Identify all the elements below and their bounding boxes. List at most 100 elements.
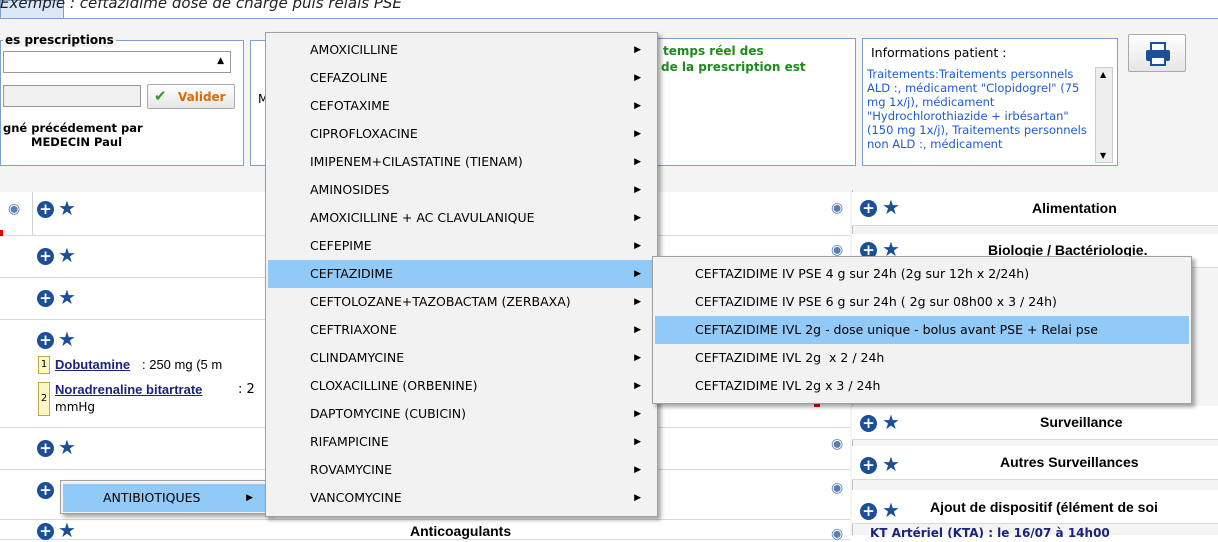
right-row-dispositif: + ★ Ajout de dispositif (élément de soi — [852, 490, 1218, 524]
star-icon[interactable]: ★ — [58, 287, 76, 307]
patient-info-scrollbar[interactable]: ▲ ▼ — [1095, 67, 1113, 163]
eye-icon[interactable]: ◉ — [831, 200, 843, 216]
menu-item-label: CEFTRIAXONE — [310, 322, 398, 337]
star-icon[interactable]: ★ — [58, 198, 76, 218]
submenu-arrow-icon: ▶ — [634, 325, 641, 335]
menu-item-label: CEFOTAXIME — [310, 98, 390, 113]
menu-item-antibiotiques[interactable]: ANTIBIOTIQUES ▶ — [63, 484, 267, 512]
menu-item-aminosides[interactable]: AMINOSIDES ▶ — [268, 176, 655, 204]
eye-icon[interactable]: ◉ — [8, 201, 20, 217]
submenu-item-ceftazidime-ivl-x2[interactable]: CEFTAZIDIME IVL 2g x 2 / 24h — [655, 344, 1189, 372]
eye-icon[interactable]: ◉ — [831, 480, 843, 496]
prescriptions-select[interactable]: ▲ — [3, 51, 231, 73]
add-circle-icon[interactable]: + — [37, 332, 54, 349]
menu-item-label: AMOXICILLINE + AC CLAVULANIQUE — [310, 210, 535, 225]
menu-item-amoxicilline-ac-clav[interactable]: AMOXICILLINE + AC CLAVULANIQUE ▶ — [268, 204, 655, 232]
realtime-line1: temps réel des — [663, 44, 764, 58]
star-icon[interactable]: ★ — [882, 412, 900, 432]
menu-item-clindamycine[interactable]: CLINDAMYCINE ▶ — [268, 344, 655, 372]
submenu-item-label: CEFTAZIDIME IVL 2g x 3 / 24h — [695, 378, 881, 393]
order-badge-2: 2 — [38, 382, 50, 416]
menu-item-amoxicilline[interactable]: AMOXICILLINE ▶ — [268, 36, 655, 64]
right-row-alimentation: + ★ Alimentation — [852, 192, 1218, 226]
star-icon[interactable]: ★ — [58, 437, 76, 457]
submenu-arrow-icon: ▶ — [634, 157, 641, 167]
add-circle-icon[interactable]: + — [860, 415, 877, 432]
noradrenaline-unit: mmHg — [55, 400, 96, 414]
eye-icon[interactable]: ◉ — [831, 436, 843, 452]
menu-item-daptomycine[interactable]: DAPTOMYCINE (CUBICIN) ▶ — [268, 400, 655, 428]
add-circle-icon[interactable]: + — [37, 482, 54, 499]
eye-icon[interactable]: ◉ — [831, 526, 843, 542]
ceftazidime-submenu: CEFTAZIDIME IV PSE 4 g sur 24h (2g sur 1… — [652, 256, 1192, 404]
star-icon[interactable]: ★ — [882, 500, 900, 520]
add-circle-icon[interactable]: + — [37, 201, 54, 218]
submenu-arrow-icon: ▶ — [634, 493, 641, 503]
menu-item-rovamycine[interactable]: ROVAMYCINE ▶ — [268, 456, 655, 484]
menu-item-vancomycine[interactable]: VANCOMYCINE ▶ — [268, 484, 655, 512]
star-icon[interactable]: ★ — [882, 454, 900, 474]
validate-button[interactable]: ✔ Valider — [147, 84, 235, 109]
printer-icon — [1146, 42, 1170, 66]
add-circle-icon[interactable]: + — [37, 440, 54, 457]
menu-item-cloxacilline[interactable]: CLOXACILLINE (ORBENINE) ▶ — [268, 372, 655, 400]
menu-item-label: ROVAMYCINE — [310, 462, 393, 477]
page-caption: Exemple : ceftazidime dose de charge pui… — [0, 0, 402, 12]
prescriptions-input[interactable] — [3, 85, 141, 107]
menu-item-ceftriaxone[interactable]: CEFTRIAXONE ▶ — [268, 316, 655, 344]
surveillance-title: Surveillance — [1040, 414, 1123, 430]
submenu-item-ceftazidime-ivl-x3[interactable]: CEFTAZIDIME IVL 2g x 3 / 24h — [655, 372, 1189, 400]
menu-item-label: CLINDAMYCINE — [310, 350, 405, 365]
submenu-item-ceftazidime-ivl-dose-unique[interactable]: CEFTAZIDIME IVL 2g - dose unique - bolus… — [655, 316, 1189, 344]
menu-item-rifampicine[interactable]: RIFAMPICINE ▶ — [268, 428, 655, 456]
submenu-arrow-icon: ▶ — [634, 297, 641, 307]
menu-item-cefepime[interactable]: CEFEPIME ▶ — [268, 232, 655, 260]
star-icon[interactable]: ★ — [58, 520, 76, 540]
menu-item-label: CIPROFLOXACINE — [310, 126, 418, 141]
scroll-down-icon[interactable]: ▼ — [1100, 151, 1106, 160]
submenu-arrow-icon: ▶ — [634, 45, 641, 55]
noradrenaline-link[interactable]: Noradrenaline bitartrate — [55, 382, 202, 397]
add-circle-icon[interactable]: + — [860, 503, 877, 520]
submenu-arrow-icon: ▶ — [634, 73, 641, 83]
scroll-up-icon[interactable]: ▲ — [1100, 70, 1106, 79]
add-circle-icon[interactable]: + — [860, 200, 877, 217]
menu-item-label: RIFAMPICINE — [310, 434, 389, 449]
menu-item-label: DAPTOMYCINE (CUBICIN) — [310, 406, 466, 421]
star-icon[interactable]: ★ — [58, 245, 76, 265]
star-icon[interactable]: ★ — [882, 197, 900, 217]
submenu-arrow-icon: ▶ — [634, 465, 641, 475]
patient-info-label: Informations patient : — [871, 45, 1007, 60]
right-row-surveillance: + ★ Surveillance — [852, 406, 1218, 440]
menu-item-ceftazidime[interactable]: CEFTAZIDIME ▶ — [268, 260, 655, 288]
chevron-down-icon: ▲ — [217, 56, 224, 66]
print-button[interactable] — [1128, 34, 1186, 72]
submenu-arrow-icon: ▶ — [246, 493, 253, 503]
submenu-item-ceftazidime-pse-6g[interactable]: CEFTAZIDIME IV PSE 6 g sur 24h ( 2g sur … — [655, 288, 1189, 316]
anticoagulants-title: Anticoagulants — [410, 523, 512, 539]
prescriptions-legend: es prescriptions — [3, 33, 116, 47]
menu-item-label: ANTIBIOTIQUES — [103, 490, 201, 505]
add-circle-icon[interactable]: + — [37, 248, 54, 265]
realtime-line2: de la prescription est — [661, 60, 806, 74]
add-circle-icon[interactable]: + — [37, 290, 54, 307]
menu-item-ciprofloxacine[interactable]: CIPROFLOXACINE ▶ — [268, 120, 655, 148]
submenu-arrow-icon: ▶ — [634, 409, 641, 419]
signed-by-line1: gné précédement par — [3, 121, 143, 135]
dispositif-title: Ajout de dispositif (élément de soi — [930, 499, 1158, 515]
add-circle-icon[interactable]: + — [37, 523, 54, 540]
menu-item-label: VANCOMYCINE — [310, 490, 402, 505]
dobutamine-link[interactable]: Dobutamine — [55, 357, 130, 372]
left-row-7: + ★ Anticoagulants — [0, 520, 850, 540]
submenu-item-ceftazidime-pse-4g[interactable]: CEFTAZIDIME IV PSE 4 g sur 24h (2g sur 1… — [655, 260, 1189, 288]
menu-item-imipenem[interactable]: IMIPENEM+CILASTATINE (TIENAM) ▶ — [268, 148, 655, 176]
star-icon[interactable]: ★ — [58, 329, 76, 349]
context-menu: ANTIBIOTIQUES ▶ — [60, 480, 270, 514]
menu-item-cefotaxime[interactable]: CEFOTAXIME ▶ — [268, 92, 655, 120]
menu-item-cefazoline[interactable]: CEFAZOLINE ▶ — [268, 64, 655, 92]
submenu-item-label: CEFTAZIDIME IV PSE 4 g sur 24h (2g sur 1… — [695, 266, 1030, 281]
add-circle-icon[interactable]: + — [860, 457, 877, 474]
dispositif-entry-text[interactable]: KT Artériel (KTA) : le 16/07 à 14h00 — [870, 526, 1110, 538]
menu-item-ceftolozane[interactable]: CEFTOLOZANE+TAZOBACTAM (ZERBAXA) ▶ — [268, 288, 655, 316]
submenu-arrow-icon: ▶ — [634, 381, 641, 391]
